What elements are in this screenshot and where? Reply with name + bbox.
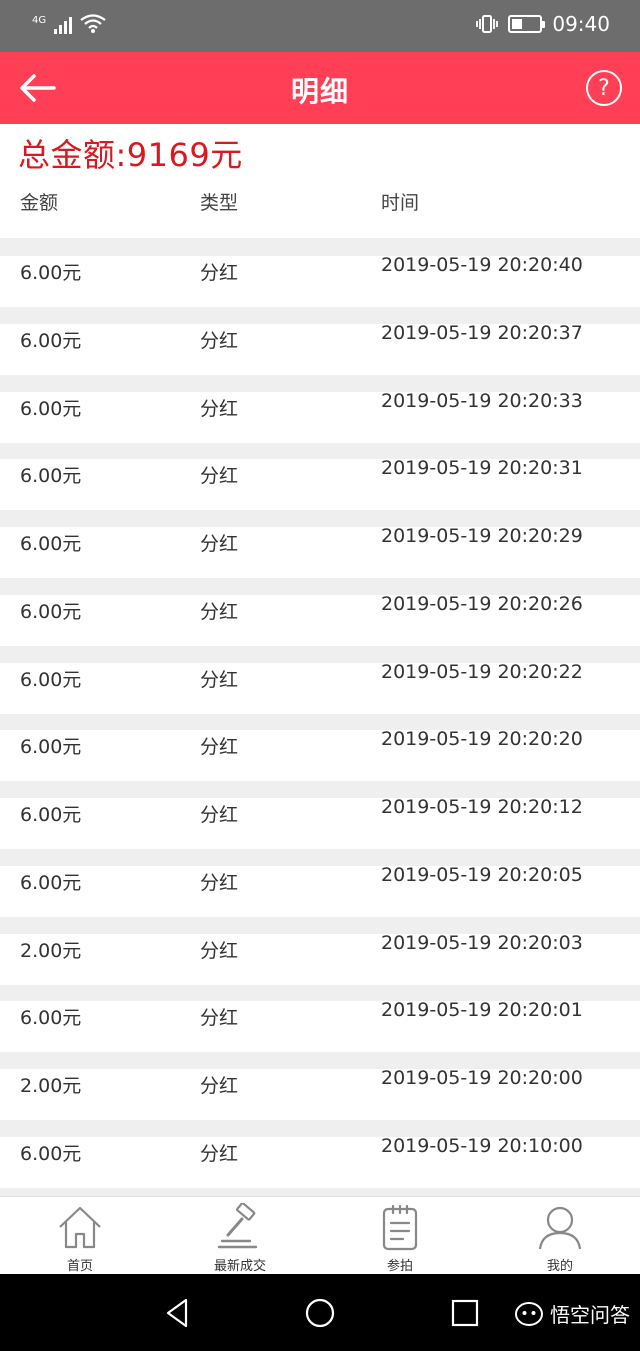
user-icon [538,1206,582,1250]
system-recent-apps-icon[interactable] [448,1296,482,1330]
table-row: 6.00元 分红 2019-05-19 20:20:26 [0,577,640,646]
clock-time: 09:40 [552,12,610,36]
column-header-time: 时间 [381,192,420,214]
records-list[interactable]: 6.00元 分红 2019-05-19 20:20:40 6.00元 分红 20… [0,238,640,1196]
table-row: 6.00元 分红 2019-05-19 20:20:20 [0,712,640,782]
column-header-type: 类型 [200,192,239,214]
signal-icon [54,16,73,34]
row-time: 2019-05-19 20:20:12 [381,796,583,818]
table-row: 6.00元 分红 2019-05-19 20:20:33 [0,374,640,443]
row-amount: 2.00元 [20,1075,82,1097]
row-type: 分红 [200,465,239,488]
row-amount: 6.00元 [20,736,82,759]
row-type: 分红 [200,329,239,352]
home-icon [59,1206,101,1249]
row-time: 2019-05-19 20:10:00 [381,1134,583,1157]
row-amount: 6.00元 [20,1142,82,1165]
row-amount: 6.00元 [20,329,82,352]
watermark-text: 悟空问答 [550,1302,630,1327]
status-left: 4G [32,14,106,34]
wukong-logo-icon [515,1302,543,1326]
auction-hammer-icon [217,1203,258,1249]
row-time: 2019-05-19 20:20:22 [381,660,583,683]
row-type: 分红 [200,262,239,284]
table-row: 6.00元 分红 2019-05-19 20:20:01 [0,983,640,1053]
bottom-nav: 首页 最新成交 参拍 我的 [0,1196,640,1274]
vibrate-icon [476,15,499,33]
status-right: 09:40 [476,12,610,36]
row-type: 分红 [200,668,239,691]
row-amount: 2.00元 [20,939,82,962]
row-amount: 6.00元 [20,871,82,894]
row-time: 2019-05-19 20:20:03 [381,931,583,954]
row-type: 分红 [200,1142,239,1165]
clipboard-icon [382,1204,418,1251]
nav-label-participate: 参拍 [386,1259,413,1274]
nav-label-home: 首页 [66,1259,93,1274]
row-time: 2019-05-19 20:20:33 [381,389,583,412]
battery-icon [508,15,546,33]
question-circle-icon: ? [598,75,610,101]
row-type: 分红 [200,600,239,623]
row-time: 2019-05-19 20:20:26 [381,592,583,615]
row-type: 分红 [200,1075,239,1097]
row-time: 2019-05-19 20:20:29 [381,525,583,547]
row-type: 分红 [200,736,239,759]
table-row: 6.00元 分红 2019-05-19 20:20:40 [0,238,640,307]
row-time: 2019-05-19 20:20:31 [381,457,583,480]
row-amount: 6.00元 [20,1007,82,1030]
table-row: 6.00元 分红 2019-05-19 20:20:05 [0,848,640,917]
table-header: 金额 类型 时间 [0,188,640,228]
row-amount: 6.00元 [20,262,82,284]
nav-label-mine: 我的 [546,1259,573,1274]
row-time: 2019-05-19 20:20:05 [381,863,583,886]
row-type: 分红 [200,1007,239,1030]
total-amount: 总金额:9169元 [18,136,243,174]
row-time: 2019-05-19 20:20:37 [381,321,583,344]
row-time: 2019-05-19 20:20:40 [381,254,583,276]
system-back-icon[interactable] [160,1296,194,1330]
help-button[interactable]: ? [586,70,622,106]
row-amount: 6.00元 [20,397,82,420]
system-home-icon[interactable] [303,1296,337,1330]
app-header: 明细 ? [0,52,640,124]
row-type: 分红 [200,871,239,894]
row-time: 2019-05-19 20:20:00 [381,1067,583,1089]
nav-item-participate[interactable]: 参拍 [320,1197,480,1274]
wifi-icon [80,14,106,33]
status-bar: 4G 09:40 [0,0,640,52]
nav-item-mine[interactable]: 我的 [480,1197,640,1274]
network-type-label: 4G [32,15,47,26]
system-nav-bar: 悟空问答 [0,1274,640,1351]
table-row: 6.00元 分红 2019-05-19 20:10:00 [0,1119,640,1188]
watermark: 悟空问答 [514,1298,630,1328]
nav-item-latest-deals[interactable]: 最新成交 [160,1197,320,1274]
row-type: 分红 [200,804,239,826]
row-amount: 6.00元 [20,465,82,488]
nav-item-home[interactable]: 首页 [0,1197,160,1274]
row-type: 分红 [200,533,239,555]
row-time: 2019-05-19 20:20:20 [381,728,583,751]
nav-label-latest-deals: 最新成交 [213,1259,266,1274]
table-row: 2.00元 分红 2019-05-19 20:20:00 [0,1051,640,1120]
table-row: 6.00元 分红 2019-05-19 20:20:37 [0,306,640,375]
table-row: 2.00元 分红 2019-05-19 20:20:03 [0,916,640,985]
table-row: 6.00元 分红 2019-05-19 20:20:29 [0,509,640,578]
table-row: 6.00元 分红 2019-05-19 20:20:12 [0,780,640,849]
row-amount: 6.00元 [20,804,82,826]
row-amount: 6.00元 [20,533,82,555]
page-title: 明细 [290,75,349,108]
table-row: 6.00元 分红 2019-05-19 20:20:31 [0,441,640,511]
row-amount: 6.00元 [20,668,82,691]
table-row: 6.00元 分红 2019-05-19 20:20:22 [0,645,640,714]
row-type: 分红 [200,939,239,962]
row-amount: 6.00元 [20,600,82,623]
row-type: 分红 [200,397,239,420]
column-header-amount: 金额 [20,192,59,214]
row-time: 2019-05-19 20:20:01 [381,999,583,1022]
